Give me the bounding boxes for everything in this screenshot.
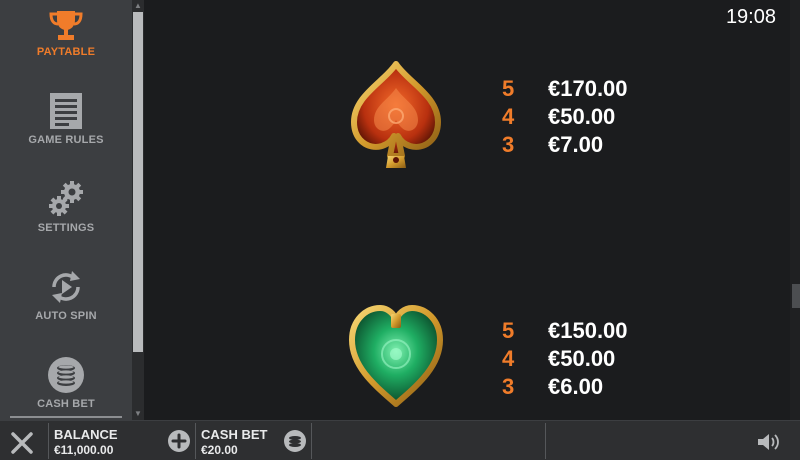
sidebar-item-cash-bet[interactable]: CASH BET [0, 356, 132, 410]
close-icon[interactable] [8, 429, 36, 457]
sidebar-item-label: SETTINGS [37, 222, 95, 234]
paytable-panel: 19:08 5 €170.00 4 €50.00 3 €7.00 5 €150.… [144, 0, 790, 420]
add-funds-button[interactable] [168, 430, 190, 452]
payout-amount: €7.00 [548, 132, 604, 157]
spade-icon [351, 61, 441, 168]
payout-amount: €6.00 [548, 374, 604, 399]
cash-bet-label: CASH BET [201, 427, 268, 442]
payout-count: 4 [502, 104, 515, 129]
payout-amount: €50.00 [548, 104, 616, 129]
sidebar-item-label: CASH BET [37, 398, 95, 410]
balance-value: €11,000.00 [54, 443, 114, 457]
sidebar-scrollbar-thumb[interactable] [133, 12, 143, 352]
balance-label: BALANCE [54, 427, 118, 442]
payout-amount: €150.00 [548, 318, 628, 343]
scroll-up-arrow-icon[interactable]: ▲ [134, 2, 142, 10]
sidebar-item-settings[interactable]: SETTINGS [0, 180, 132, 234]
paytable-scrollbar[interactable] [790, 0, 800, 420]
payout-count: 3 [502, 132, 515, 157]
sidebar-item-auto-spin[interactable]: AUTO SPIN [0, 268, 132, 322]
payout-count: 5 [502, 76, 515, 101]
scroll-down-arrow-icon[interactable]: ▼ [134, 410, 142, 418]
payout-count: 3 [502, 374, 515, 399]
sidebar-item-label: GAME RULES [28, 134, 104, 146]
speaker-icon[interactable] [756, 432, 782, 452]
sidebar-item-label: AUTO SPIN [35, 310, 97, 322]
sidebar-item-paytable[interactable]: PAYTABLE [0, 8, 132, 58]
sidebar-item-game-rules[interactable]: GAME RULES [0, 92, 132, 146]
document-icon [50, 93, 82, 129]
coins-icon [289, 436, 301, 447]
sidebar-menu: PAYTABLE GAME RULES SETTINGS AUTO SPIN C… [0, 0, 132, 420]
bottom-bar: BALANCE €11,000.00 CASH BET €20.00 [0, 420, 800, 460]
paytable-scrollbar-thumb[interactable] [792, 284, 800, 308]
heart-icon [349, 305, 443, 407]
gears-icon [49, 181, 83, 216]
coins-icon [48, 357, 84, 393]
cash-bet-value: €20.00 [201, 443, 238, 457]
plus-icon [171, 433, 187, 449]
payout-amount: €170.00 [548, 76, 628, 101]
divider [311, 423, 312, 459]
cash-bet-button[interactable] [284, 430, 306, 452]
divider [545, 423, 546, 459]
sidebar-scrollbar[interactable]: ▲ ▼ [132, 0, 144, 420]
payout-amount: €50.00 [548, 346, 616, 371]
auto-spin-icon [52, 271, 80, 303]
sidebar-item-label: PAYTABLE [36, 46, 96, 58]
payout-count: 4 [502, 346, 515, 371]
sidebar-divider [10, 416, 122, 418]
clock: 19:08 [725, 6, 776, 28]
trophy-icon [49, 11, 83, 40]
payout-count: 5 [502, 318, 515, 343]
divider [48, 423, 49, 459]
divider [195, 423, 196, 459]
